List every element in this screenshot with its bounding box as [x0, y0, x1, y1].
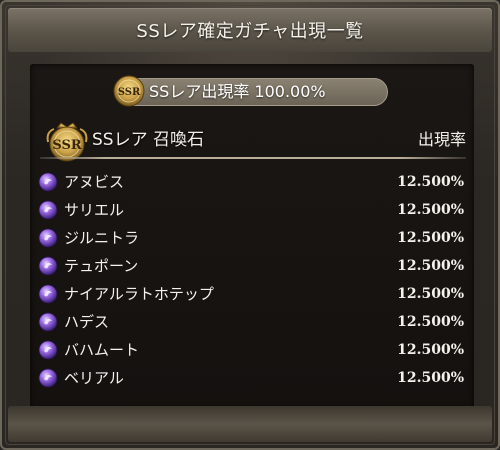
- summon-name: テュポーン: [64, 257, 139, 275]
- dark-element-orb-icon: [38, 200, 58, 220]
- dialog-title: SSレア確定ガチャ出現一覧: [136, 21, 364, 42]
- rate-column-header: 出現率: [417, 130, 466, 149]
- dark-element-orb-icon: [38, 284, 58, 304]
- summon-rate: 12.500%: [397, 342, 464, 358]
- summon-name: ベリアル: [64, 369, 124, 387]
- summon-rate: 12.500%: [397, 202, 464, 218]
- header-divider: [40, 157, 466, 159]
- list-item: テュポーン 12.500%: [36, 252, 466, 280]
- list-item: ハデス 12.500%: [36, 308, 466, 336]
- summon-rate: 12.500%: [397, 370, 464, 386]
- dark-element-orb-icon: [38, 340, 58, 360]
- summon-rate: 12.500%: [397, 258, 464, 274]
- category-label: SSレア 召喚石: [92, 130, 204, 150]
- list-item: ナイアルラトホテップ 12.500%: [36, 280, 466, 308]
- summon-name: バハムート: [64, 341, 140, 359]
- title-bar: SSレア確定ガチャ出現一覧: [8, 8, 492, 52]
- ssr-badge-text: SSR: [118, 87, 141, 98]
- total-rate-label: SSレア出現率 100.00%: [149, 82, 326, 101]
- dark-element-orb-icon: [38, 228, 58, 248]
- summon-rate: 12.500%: [397, 314, 464, 330]
- bottom-bar: [8, 406, 492, 442]
- summon-name: アヌビス: [64, 173, 125, 191]
- summon-name: ジルニトラ: [64, 229, 140, 247]
- dark-element-orb-icon: [38, 368, 58, 388]
- ssr-large-badge-text: SSR: [52, 138, 81, 153]
- summon-rate: 12.500%: [397, 174, 464, 190]
- summon-name: ハデス: [64, 313, 110, 331]
- summon-list: アヌビス 12.500% サリエル 12.500% ジルニトラ 12.500% …: [36, 168, 466, 392]
- ssr-crest-icon: SSR: [113, 75, 145, 107]
- total-rate-pill: SSレア出現率 100.00%: [116, 78, 388, 106]
- summon-name: ナイアルラトホテップ: [64, 285, 214, 303]
- list-item: ベリアル 12.500%: [36, 364, 466, 392]
- dark-element-orb-icon: [38, 312, 58, 332]
- list-item: アヌビス 12.500%: [36, 168, 466, 196]
- summon-rate: 12.500%: [397, 286, 464, 302]
- dark-element-orb-icon: [38, 172, 58, 192]
- summon-rate: 12.500%: [397, 230, 464, 246]
- list-item: バハムート 12.500%: [36, 336, 466, 364]
- list-item: サリエル 12.500%: [36, 196, 466, 224]
- summon-name: サリエル: [64, 201, 125, 219]
- list-item: ジルニトラ 12.500%: [36, 224, 466, 252]
- dark-element-orb-icon: [38, 256, 58, 276]
